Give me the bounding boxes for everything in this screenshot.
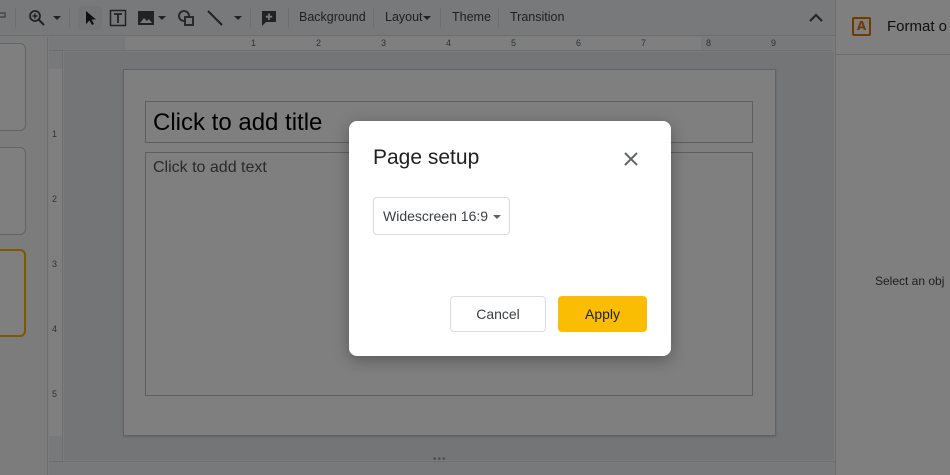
dialog-title: Page setup (373, 146, 480, 169)
slide-size-select[interactable]: Widescreen 16:9 (373, 197, 510, 235)
dropdown-arrow-icon (493, 215, 501, 219)
cancel-button[interactable]: Cancel (450, 296, 546, 332)
close-button[interactable] (619, 147, 643, 171)
close-icon (624, 152, 638, 166)
apply-button[interactable]: Apply (558, 296, 647, 332)
slide-size-value: Widescreen 16:9 (383, 208, 489, 224)
page-setup-dialog: Page setup Widescreen 16:9 Cancel Apply (349, 121, 671, 356)
